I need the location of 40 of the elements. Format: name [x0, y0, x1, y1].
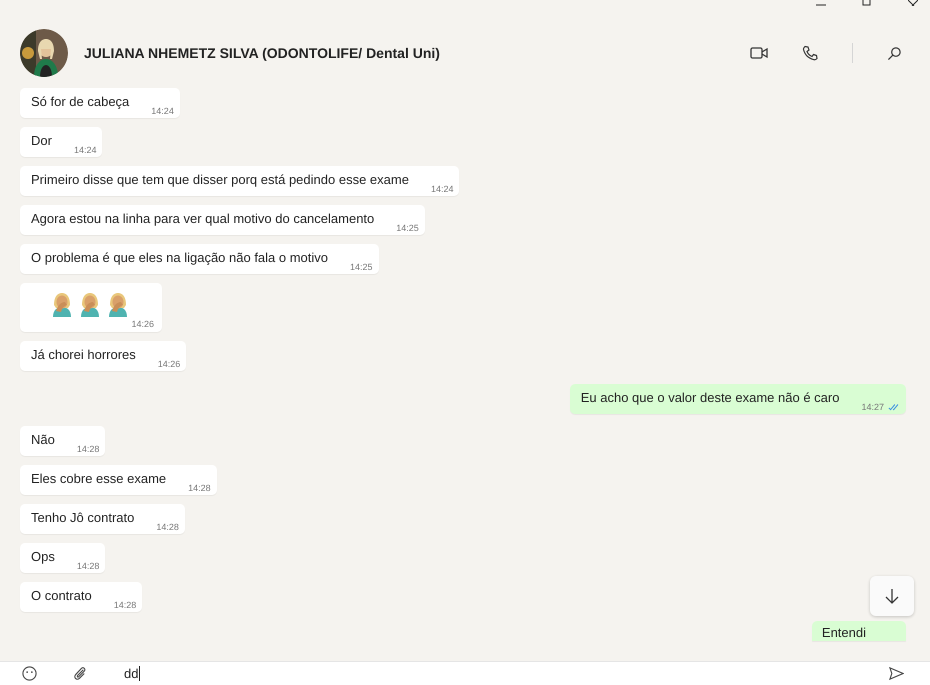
- message-text: Primeiro disse que tem que disser porq está pedindo esse exame: [31, 172, 409, 189]
- send-icon[interactable]: [889, 666, 904, 681]
- message-text: Já chorei horrores: [31, 347, 136, 364]
- message-time: 14:28: [114, 600, 136, 610]
- message-time: 14:24: [151, 106, 174, 116]
- facepalm-emoji-icon: [106, 291, 130, 317]
- message-time: 14:24: [430, 184, 454, 194]
- contact-name: JULIANA NHEMETZ SILVA (ODONTOLIFE/ Dental Uni): [84, 45, 440, 61]
- message-time: 14:26: [158, 359, 180, 369]
- message-time: 14:28: [156, 522, 179, 532]
- facepalm-emoji-icon: [50, 291, 74, 317]
- emoji-icon[interactable]: [22, 666, 37, 681]
- message-text: Eu acho que o valor deste exame não é caro: [580, 390, 840, 407]
- message-text: Dor: [31, 133, 52, 150]
- restore-icon[interactable]: [862, 0, 872, 6]
- search-icon[interactable]: [887, 46, 902, 60]
- message-time: 14:25: [350, 262, 373, 272]
- message-time: 14:28: [76, 444, 100, 454]
- arrow-down-icon: [885, 588, 899, 604]
- message-time: 14:28: [76, 561, 100, 571]
- message-text: Eles cobre esse exame: [31, 471, 166, 488]
- message-text: O problema é que eles na ligação não fala o motivo: [31, 250, 328, 267]
- message-time: 14:24: [74, 145, 96, 155]
- message-time: 14:27: [861, 402, 884, 412]
- message-text: Entendi: [822, 625, 866, 641]
- message-time: 14:26: [131, 319, 154, 329]
- message-text: Agora estou na linha para ver qual motivo do cancelamento: [31, 211, 374, 228]
- video-call-icon[interactable]: [750, 46, 768, 60]
- message-text: Tenho Jô contrato: [31, 510, 134, 527]
- close-icon[interactable]: [908, 0, 918, 6]
- facepalm-emoji-icon: [78, 291, 102, 317]
- message-text: Não: [31, 432, 55, 449]
- message-time: 14:25: [396, 223, 419, 233]
- message-text: O contrato: [31, 588, 92, 605]
- phone-icon[interactable]: [802, 45, 818, 61]
- paperclip-icon[interactable]: [73, 666, 88, 681]
- message-time: 14:28: [188, 483, 211, 493]
- message-input-field[interactable]: dd: [124, 666, 138, 681]
- message-text: Ops: [31, 549, 55, 566]
- message-text: Só for de cabeça: [31, 94, 130, 111]
